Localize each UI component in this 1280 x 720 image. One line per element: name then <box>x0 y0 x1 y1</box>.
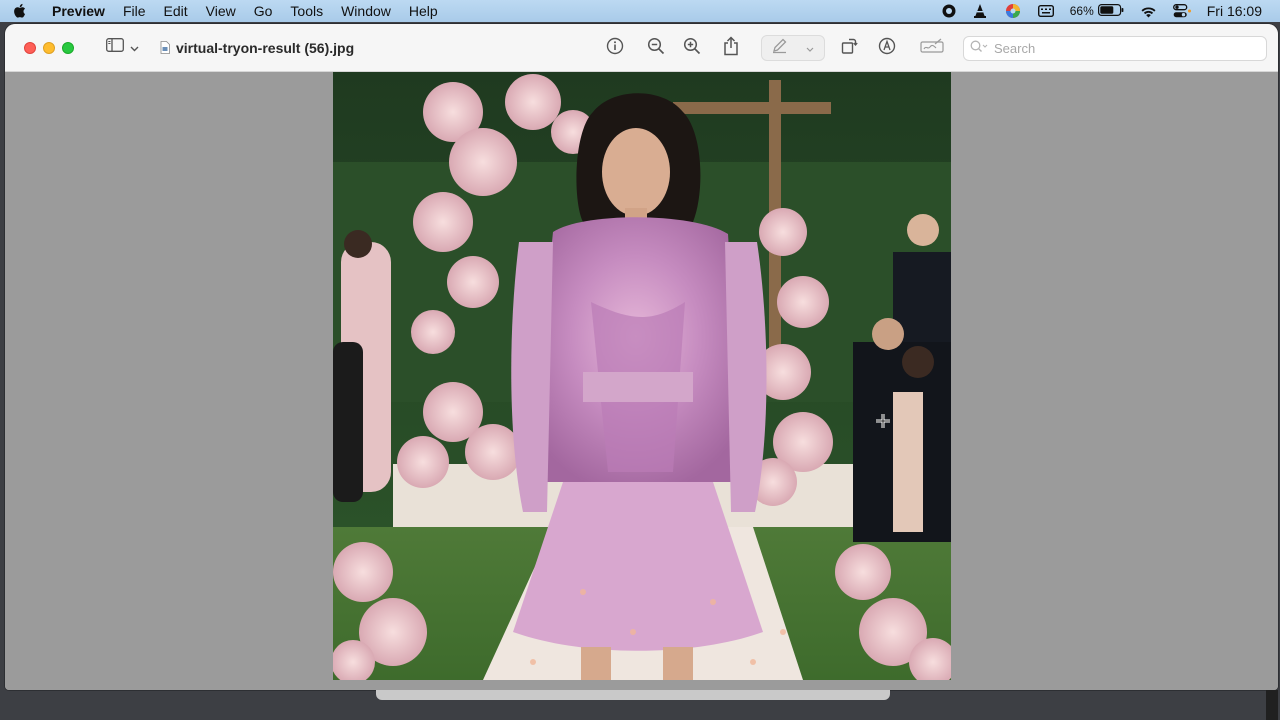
chevron-down-icon <box>806 39 814 57</box>
window-toolbar: virtual-tryon-result (56).jpg Search <box>5 24 1278 72</box>
markup-menu-button[interactable] <box>800 36 820 60</box>
minimize-button[interactable] <box>43 41 55 54</box>
info-button[interactable] <box>602 36 628 60</box>
battery-icon <box>1097 3 1124 19</box>
signature-icon <box>920 38 944 59</box>
zoom-button[interactable] <box>62 41 74 54</box>
rotate-button[interactable] <box>836 36 862 60</box>
tryon-result-image[interactable] <box>333 72 951 680</box>
signature-button[interactable] <box>917 36 947 60</box>
search-placeholder: Search <box>994 41 1036 56</box>
document-canvas[interactable] <box>5 72 1278 690</box>
background-scrollbar <box>1266 690 1278 720</box>
document-icon <box>160 41 170 54</box>
menubar-clock[interactable]: Fri 16:09 <box>1207 3 1262 19</box>
zoom-in-icon <box>683 37 701 60</box>
apple-icon[interactable] <box>0 3 38 19</box>
background-window-edge <box>376 690 890 700</box>
wifi-icon[interactable] <box>1140 5 1157 18</box>
zoom-out-button[interactable] <box>643 36 669 60</box>
zoom-out-icon <box>647 37 665 60</box>
window-controls <box>24 41 81 54</box>
screen-record-icon[interactable] <box>942 4 956 18</box>
menu-go[interactable]: Go <box>245 0 282 22</box>
sidebar-toggle-button[interactable] <box>102 36 143 60</box>
menu-bar: Preview File Edit View Go Tools Window H… <box>0 0 1280 22</box>
share-button[interactable] <box>718 35 744 61</box>
info-icon <box>606 37 624 60</box>
battery-percent: 66% <box>1069 4 1094 18</box>
sidebar-icon <box>106 38 124 57</box>
markup-pen-button[interactable] <box>766 36 792 60</box>
keyboard-input-icon[interactable] <box>1037 5 1054 17</box>
battery-status[interactable]: 66% <box>1069 3 1124 19</box>
markup-icon <box>878 37 896 60</box>
search-field[interactable]: Search <box>963 36 1267 61</box>
menu-view[interactable]: View <box>197 0 245 22</box>
rotate-icon <box>840 37 858 60</box>
menu-tools[interactable]: Tools <box>281 0 332 22</box>
control-center-icon[interactable] <box>1172 4 1191 18</box>
crosshair-cursor-icon <box>876 414 890 433</box>
menu-window[interactable]: Window <box>332 0 400 22</box>
preview-window: virtual-tryon-result (56).jpg Search <box>5 24 1278 690</box>
close-button[interactable] <box>24 41 36 54</box>
share-icon <box>723 35 739 61</box>
window-title[interactable]: virtual-tryon-result (56).jpg <box>176 40 354 56</box>
menu-app-preview[interactable]: Preview <box>38 0 114 22</box>
menu-file[interactable]: File <box>114 0 155 22</box>
chevron-down-icon <box>130 39 139 57</box>
menu-help[interactable]: Help <box>400 0 447 22</box>
pen-icon <box>771 37 788 59</box>
zoom-in-button[interactable] <box>679 36 705 60</box>
menu-edit[interactable]: Edit <box>155 0 197 22</box>
vlc-cone-icon[interactable] <box>972 3 988 19</box>
colorsync-icon[interactable] <box>1004 2 1022 20</box>
search-icon <box>970 40 988 58</box>
markup-button[interactable] <box>874 36 900 60</box>
